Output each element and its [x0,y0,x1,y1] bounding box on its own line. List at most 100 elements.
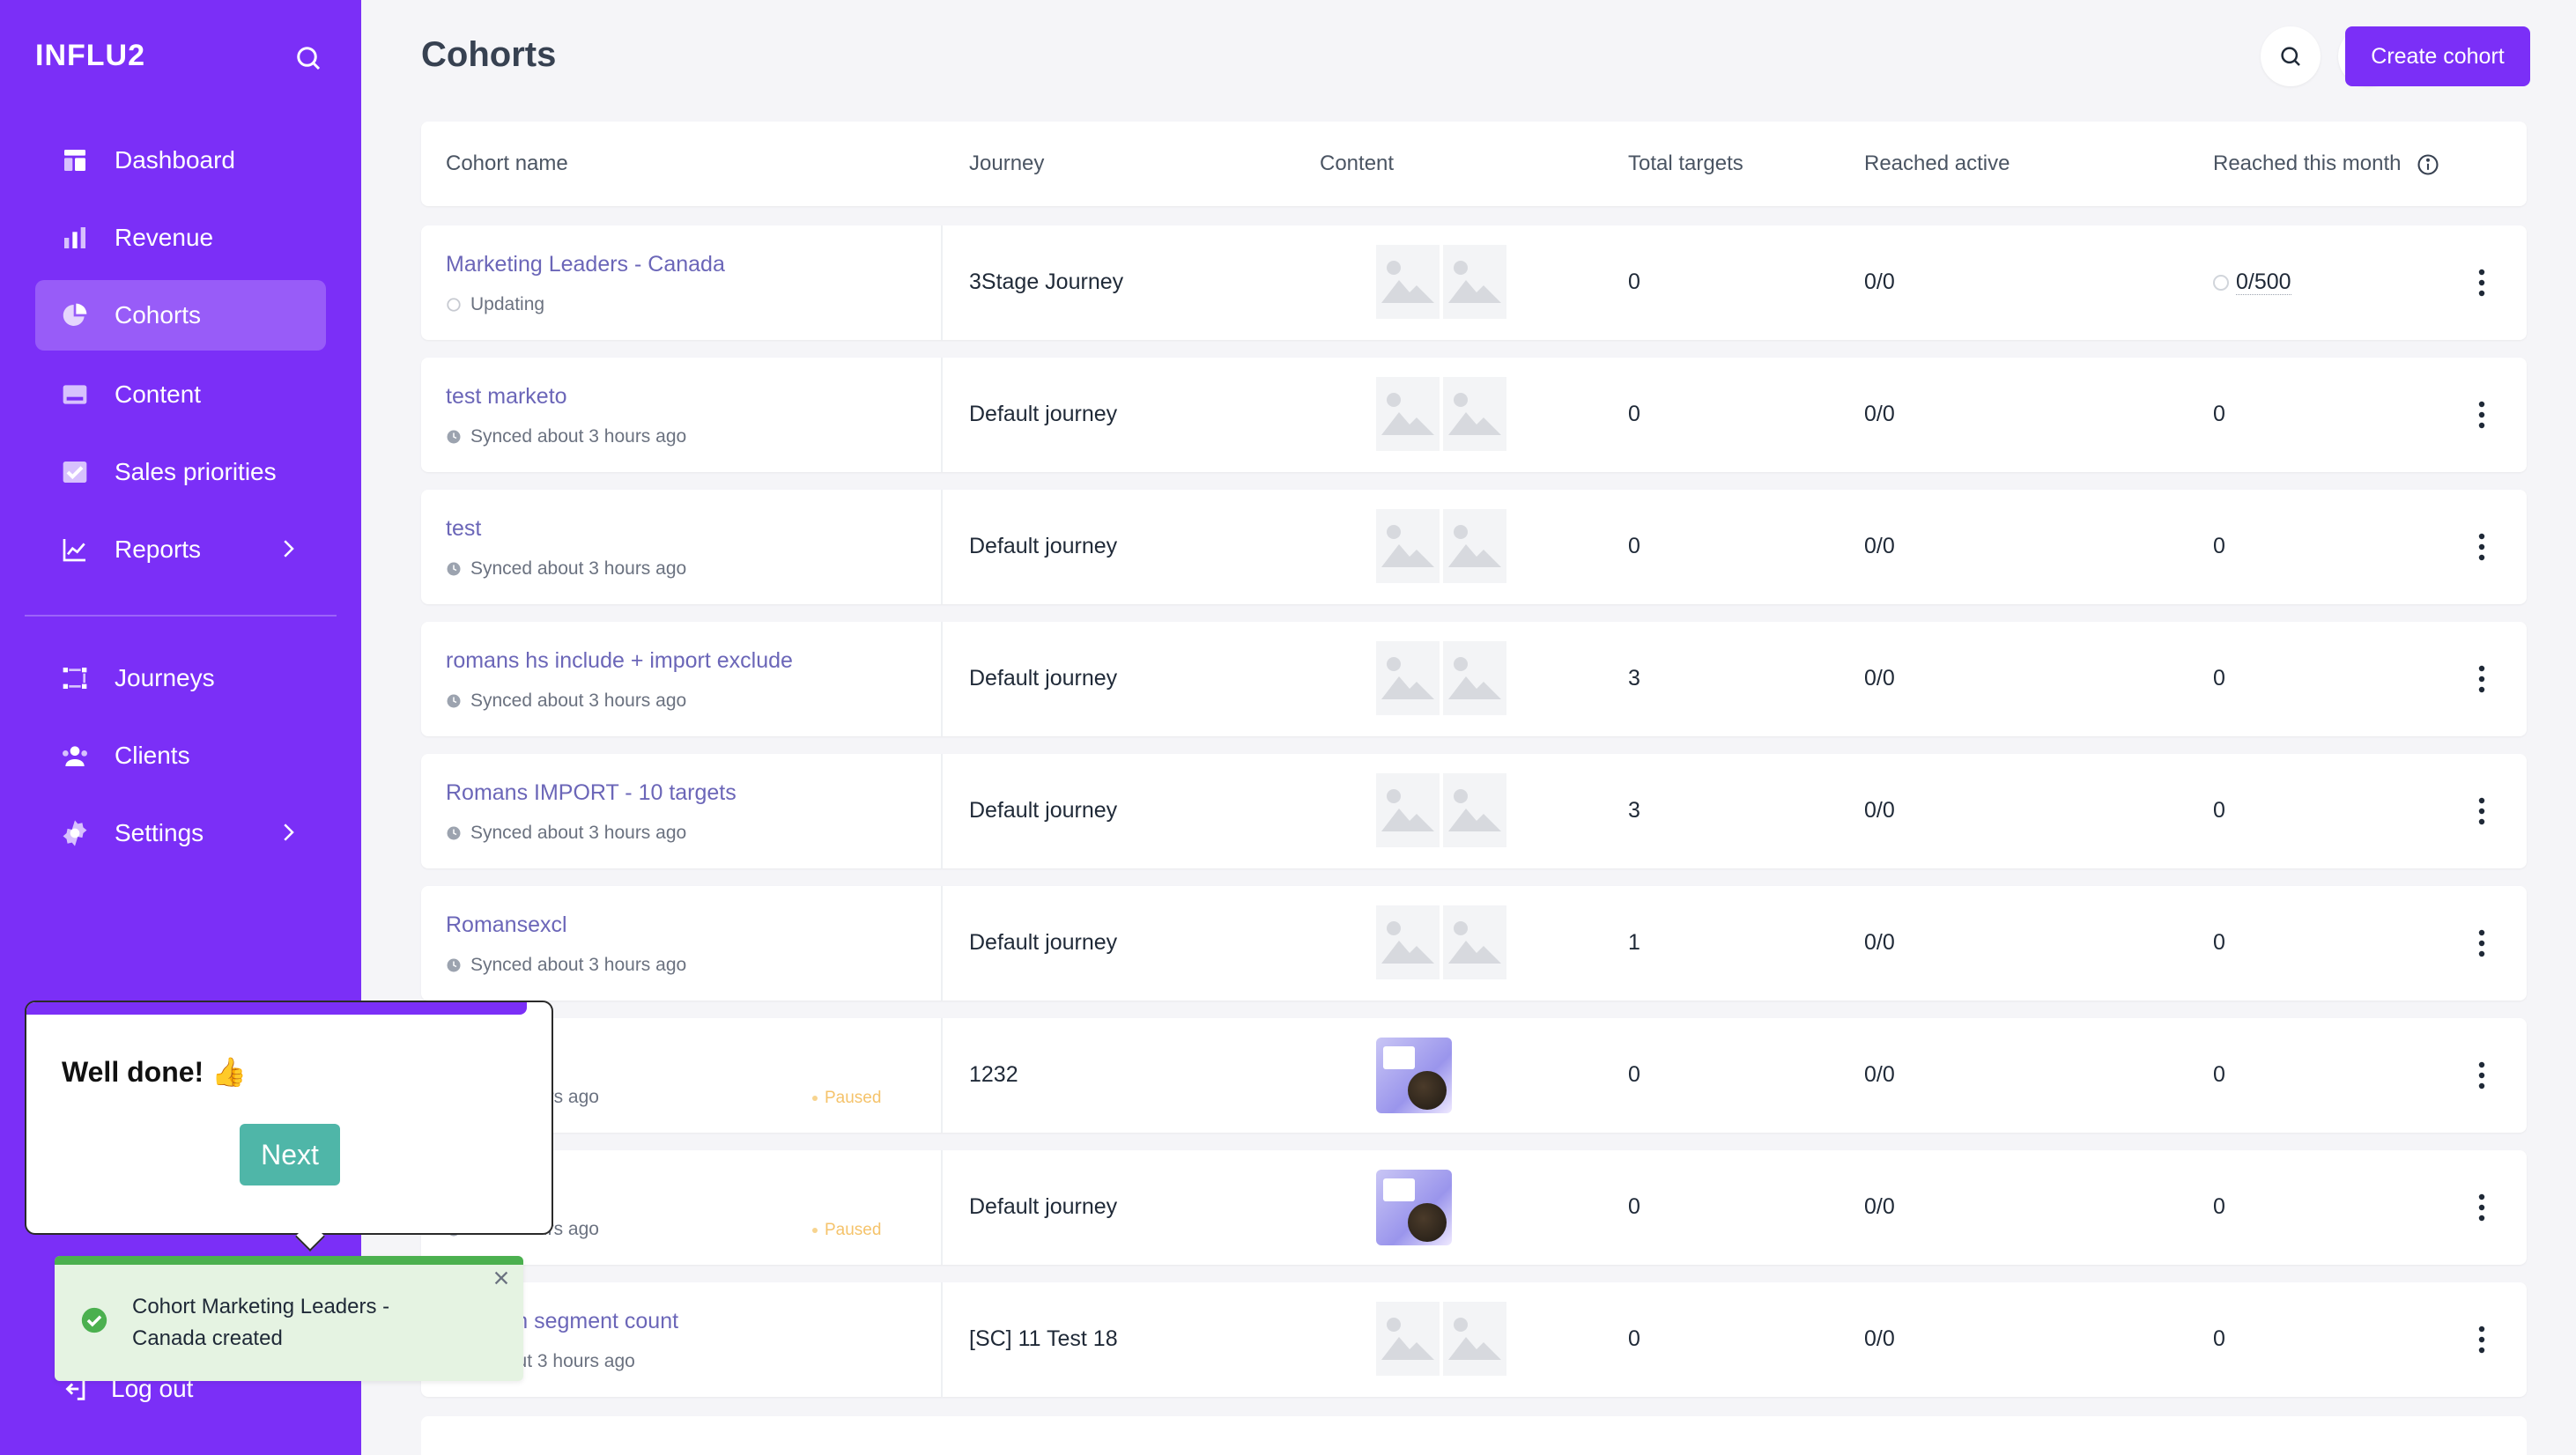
total-targets-cell: 0 [1628,1194,1640,1219]
sidebar-item-label: Content [115,380,202,408]
reached-month-value: 0 [2213,666,2225,691]
check-circle-icon [81,1307,107,1333]
content-cell [1376,509,1506,583]
popover-progress-bar [26,1002,527,1015]
table-row[interactable]: l artout 3 hours agoPaused123200/00 [421,1018,2527,1133]
column-header[interactable]: Reached active [1864,151,2010,176]
more-options-icon[interactable] [2477,664,2486,694]
next-button[interactable]: Next [240,1124,340,1185]
table-row[interactable] [421,1416,2527,1455]
reached-month-value: 0 [2213,798,2225,823]
more-options-icon[interactable] [2477,1193,2486,1222]
journey-cell: Default journey [969,402,1118,426]
cohort-name-link[interactable]: romans hs include + import exclude [446,648,793,674]
content-preview-thumbnail[interactable] [1376,1170,1452,1245]
chevron-right-icon[interactable] [275,535,301,562]
cohort-name-link[interactable]: test [446,516,481,542]
pie-chart-icon [60,300,90,330]
reached-month-value: 0 [2213,402,2225,426]
more-options-icon[interactable] [2477,928,2486,958]
journey-cell: [SC] 11 Test 18 [969,1326,1118,1351]
reached-month-value: 0 [2213,1194,2225,1219]
search-button[interactable] [2261,26,2321,86]
toast-message: Cohort Marketing Leaders - Canada create… [132,1295,390,1350]
cohort-sync-status: Synced about 3 hours ago [446,426,686,447]
table-row[interactable]: romans hs include + import exclude Synced… [421,622,2527,736]
cohort-name-link[interactable]: test marketo [446,384,567,410]
reached-active-cell: 0/0 [1864,666,1895,691]
content-placeholder-image [1443,509,1506,583]
create-cohort-button[interactable]: Create cohort [2345,26,2530,86]
content-placeholder-image [1443,641,1506,715]
checkbox-icon [60,457,90,487]
info-icon[interactable] [2416,152,2440,177]
table-row[interactable]: test marketo Synced about 3 hours ago Defa… [421,358,2527,472]
reached-month-value: 0 [2213,534,2225,558]
column-divider [941,1282,943,1397]
cohort-sync-status: Synced about 3 hours ago [446,691,686,712]
reached-month-cell: 0 [2213,1326,2225,1352]
sidebar-item-label: Sales priorities [115,458,277,485]
page-title: Cohorts [421,35,557,74]
column-divider [941,622,943,736]
more-options-icon[interactable] [2477,400,2486,430]
table-row[interactable]: Romans IMPORT - 10 targets Synced about 3… [421,754,2527,868]
table-row[interactable]: Marketing Leaders - Canada Updating 3Stage… [421,225,2527,340]
content-cell [1376,1170,1452,1245]
column-divider [941,225,943,340]
close-icon[interactable] [492,1268,511,1288]
journey-cell: Default journey [969,534,1118,558]
content-preview-thumbnail[interactable] [1376,1038,1452,1113]
more-options-icon[interactable] [2477,1060,2486,1090]
reached-month-value: 0 [2213,930,2225,955]
total-targets-cell: 3 [1628,798,1640,823]
more-options-icon[interactable] [2477,268,2486,298]
reached-month-value: 0/500 [2236,270,2291,295]
sidebar-item-content[interactable]: Content [35,359,326,430]
column-divider [941,754,943,868]
column-divider [941,886,943,1001]
table-row[interactable]: heckout 3 hours agoPausedDefault journey… [421,1150,2527,1265]
status-text: Synced about 3 hours ago [470,823,687,843]
sidebar-item-label: Settings [115,819,204,846]
sidebar-item-dashboard[interactable]: Dashboard [35,125,326,196]
status-text: Synced about 3 hours ago [470,558,687,579]
content-placeholder-image [1376,641,1440,715]
column-header[interactable]: Content [1320,151,1394,176]
content-placeholder-image [1443,377,1506,451]
more-options-icon[interactable] [2477,1325,2486,1355]
column-header[interactable]: Total targets [1628,151,1743,176]
sidebar-item-sales-priorities[interactable]: Sales priorities [35,437,326,507]
content-placeholder-image [1376,245,1440,319]
table-row[interactable]: alidation segment count d about 3 hours a… [421,1282,2527,1397]
sidebar-item-revenue[interactable]: Revenue [35,203,326,273]
sidebar-item-clients[interactable]: Clients [35,720,326,791]
content-cell [1376,377,1506,451]
cohort-name-link[interactable]: Marketing Leaders - Canada [446,252,725,277]
main-content: Cohorts Create cohort Cohort name Journe… [361,0,2576,1455]
users-icon [60,741,90,771]
content-cell [1376,641,1506,715]
journey-cell: Default journey [969,1194,1118,1219]
more-options-icon[interactable] [2477,796,2486,826]
cohort-name-link[interactable]: Romansexcl [446,912,567,938]
cohort-name-link[interactable]: Romans IMPORT - 10 targets [446,780,737,806]
reached-month-value: 0 [2213,1326,2225,1351]
content-placeholder-image [1443,905,1506,979]
search-icon[interactable] [292,42,324,74]
column-header[interactable]: Journey [969,151,1044,176]
sidebar-item-settings[interactable]: Settings [35,798,326,868]
sidebar-item-journeys[interactable]: Journeys [35,643,326,713]
sidebar-item-cohorts[interactable]: Cohorts [35,280,326,351]
column-header-reached-month[interactable]: Reached this month [2213,151,2440,177]
table-row[interactable]: Romansexcl Synced about 3 hours ago Defaul… [421,886,2527,1001]
journeys-icon [60,663,90,693]
journey-cell: 3Stage Journey [969,270,1124,294]
table-row[interactable]: test Synced about 3 hours ago Default jour… [421,490,2527,604]
total-targets-cell: 0 [1628,270,1640,294]
more-options-icon[interactable] [2477,532,2486,562]
chevron-right-icon[interactable] [275,819,301,846]
column-header[interactable]: Cohort name [446,151,568,176]
reached-month-cell: 0 [2213,1062,2225,1088]
sidebar-item-reports[interactable]: Reports [35,514,326,585]
